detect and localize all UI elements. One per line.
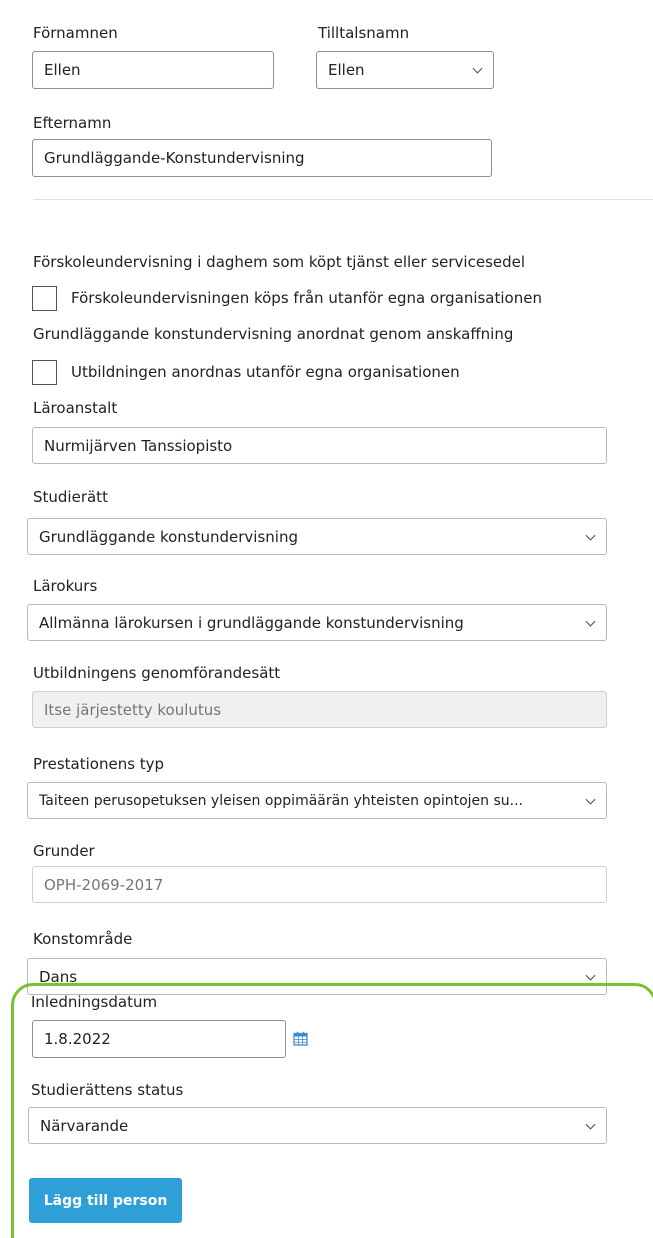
calling-name-value: Ellen <box>328 61 365 79</box>
preschool-checkbox[interactable] <box>32 286 57 311</box>
start-date-label: Inledningsdatum <box>31 993 158 1011</box>
study-right-select[interactable]: Grundläggande konstundervisning <box>27 518 607 555</box>
basis-value: OPH-2069-2017 <box>44 875 164 894</box>
section-divider <box>33 199 653 200</box>
last-name-input[interactable]: Grundläggande-Konstundervisning <box>32 139 492 177</box>
procurement-heading: Grundläggande konstundervisning anordnat… <box>33 325 514 343</box>
institution-value: Nurmijärven Tanssiopisto <box>44 436 233 455</box>
chevron-down-icon <box>585 530 596 541</box>
achievement-type-select[interactable]: Taiteen perusopetuksen yleisen oppimäärä… <box>27 782 607 819</box>
curriculum-label: Lärokurs <box>33 577 98 595</box>
last-name-label: Efternamn <box>33 114 112 132</box>
implementation-placeholder: Itse järjestetty koulutus <box>44 700 222 719</box>
implementation-input: Itse järjestetty koulutus <box>32 691 607 728</box>
preschool-heading: Förskoleundervisning i daghem som köpt t… <box>33 253 526 271</box>
first-name-input[interactable]: Ellen <box>32 51 274 89</box>
chevron-down-icon <box>585 794 596 805</box>
calendar-icon[interactable] <box>293 1031 308 1046</box>
basis-label: Grunder <box>33 842 95 860</box>
status-select[interactable]: Närvarande <box>28 1107 607 1144</box>
last-name-value: Grundläggande-Konstundervisning <box>44 149 305 167</box>
calling-name-label: Tilltalsnamn <box>318 24 410 42</box>
first-name-label: Förnamnen <box>33 24 118 42</box>
institution-label: Läroanstalt <box>33 399 118 417</box>
implementation-label: Utbildningens genomförandesätt <box>33 664 281 682</box>
start-date-input[interactable]: 1.8.2022 <box>32 1020 286 1058</box>
chevron-down-icon <box>472 63 483 74</box>
basis-input[interactable]: OPH-2069-2017 <box>32 866 607 903</box>
achievement-type-value: Taiteen perusopetuksen yleisen oppimäärä… <box>39 792 524 809</box>
achievement-type-label: Prestationens typ <box>33 755 165 773</box>
study-right-value: Grundläggande konstundervisning <box>39 527 298 546</box>
curriculum-value: Allmänna lärokursen i grundläggande kons… <box>39 613 464 632</box>
preschool-checkbox-label: Förskoleundervisningen köps från utanför… <box>71 289 542 307</box>
chevron-down-icon <box>585 1119 596 1130</box>
start-date-value: 1.8.2022 <box>44 1030 111 1048</box>
procurement-checkbox[interactable] <box>32 360 57 385</box>
chevron-down-icon <box>585 970 596 981</box>
add-person-button[interactable]: Lägg till person <box>29 1178 182 1223</box>
chevron-down-icon <box>585 616 596 627</box>
art-field-label: Konstområde <box>33 930 133 948</box>
status-value: Närvarande <box>40 1116 129 1135</box>
procurement-checkbox-label: Utbildningen anordnas utanför egna organ… <box>71 363 460 381</box>
calling-name-select[interactable]: Ellen <box>316 51 494 89</box>
institution-input[interactable]: Nurmijärven Tanssiopisto <box>32 427 607 464</box>
status-label: Studierättens status <box>31 1081 184 1099</box>
study-right-label: Studierätt <box>33 488 108 506</box>
curriculum-select[interactable]: Allmänna lärokursen i grundläggande kons… <box>27 604 607 641</box>
first-name-value: Ellen <box>44 61 81 79</box>
